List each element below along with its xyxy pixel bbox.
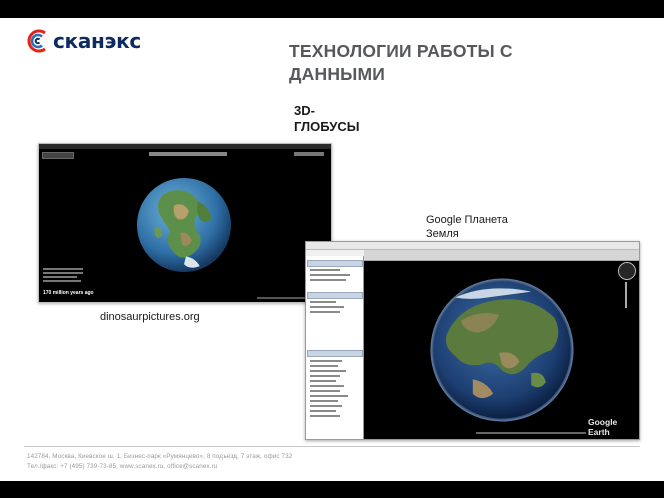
info-text-line bbox=[43, 276, 77, 278]
top-black-bar bbox=[0, 0, 664, 18]
footer-address: 142784, Москва, Киевское ш. 1, Бизнес-па… bbox=[27, 453, 293, 460]
panel-row bbox=[310, 360, 342, 362]
window-titlebar bbox=[306, 242, 639, 250]
panel-row bbox=[310, 410, 336, 412]
bottom-black-bar bbox=[0, 481, 664, 498]
layers-section bbox=[307, 350, 363, 357]
caption-google-earth: Google Планета Земля bbox=[426, 214, 508, 240]
dinosaur-globe-screenshot: 170 million years ago bbox=[38, 143, 332, 303]
panel-row bbox=[310, 311, 340, 313]
panel-row bbox=[310, 370, 346, 372]
panel-row bbox=[310, 365, 338, 367]
panel-row bbox=[310, 279, 346, 281]
footer-contacts: Тел./факс: +7 (495) 739-73-85, www.scane… bbox=[27, 463, 218, 470]
info-text-line bbox=[43, 280, 81, 282]
slide-title: ТЕХНОЛОГИИ РАБОТЫ С ДАННЫМИ bbox=[289, 41, 513, 84]
panel-row bbox=[310, 415, 340, 417]
menu-button bbox=[42, 152, 74, 159]
ancient-earth-globe bbox=[136, 177, 232, 273]
google-earth-logo: Google Earth bbox=[588, 417, 618, 437]
panel-row bbox=[310, 400, 338, 402]
slide-subtitle: 3D-ГЛОБУСЫ bbox=[294, 103, 360, 134]
footer: 142784, Москва, Киевское ш. 1, Бизнес-па… bbox=[27, 452, 292, 472]
panel-row bbox=[310, 380, 336, 382]
browser-bar bbox=[39, 144, 331, 149]
zoom-slider bbox=[625, 282, 627, 308]
navigation-compass bbox=[618, 262, 636, 280]
earth-globe bbox=[430, 278, 574, 422]
info-text-line bbox=[43, 272, 83, 274]
logo-wordmark: сканэкс bbox=[53, 29, 141, 53]
places-section bbox=[307, 292, 363, 299]
scanex-logo-icon bbox=[27, 29, 46, 53]
status-bar bbox=[476, 432, 586, 434]
toolbar bbox=[364, 250, 639, 261]
scanex-logo: сканэкс bbox=[24, 26, 141, 56]
panel-row bbox=[310, 395, 348, 397]
search-section bbox=[307, 260, 363, 267]
panel-row bbox=[310, 306, 344, 308]
panel-row bbox=[310, 385, 344, 387]
panel-row bbox=[310, 269, 340, 271]
footer-divider bbox=[24, 446, 640, 447]
header-controls bbox=[294, 152, 324, 156]
sidebar-panel bbox=[306, 256, 364, 439]
era-label: 170 million years ago bbox=[43, 290, 94, 296]
info-text-line bbox=[43, 268, 83, 270]
panel-row bbox=[310, 301, 336, 303]
panel-row bbox=[310, 390, 340, 392]
panel-row bbox=[310, 274, 350, 276]
caption-dinosaurpictures: dinosaurpictures.org bbox=[100, 311, 200, 323]
panel-row bbox=[310, 405, 342, 407]
header-question bbox=[149, 152, 227, 156]
panel-row bbox=[310, 375, 340, 377]
google-earth-screenshot: Google Earth bbox=[305, 241, 640, 440]
